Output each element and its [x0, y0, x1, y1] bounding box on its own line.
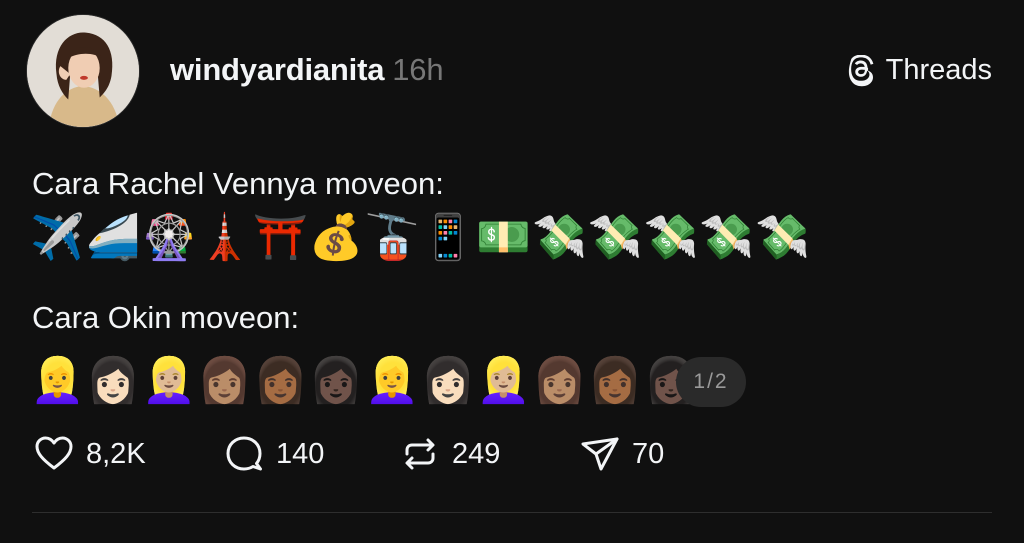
carousel-page-badge: 1/2 [676, 357, 746, 407]
share-button[interactable]: 70 [578, 432, 664, 476]
post-timestamp: 16h [392, 52, 444, 87]
repost-button[interactable]: 249 [398, 432, 500, 476]
comment-icon [226, 436, 262, 471]
avatar[interactable] [26, 14, 140, 128]
emoji-row-1: ✈️🚄🎡🗼⛩️💰🚡📱💵💸💸💸💸💸 [30, 212, 811, 263]
like-button[interactable]: 8,2K [32, 432, 146, 476]
send-icon [581, 437, 619, 471]
emoji-row-2: 👱‍♀️👩🏻👱🏼‍♀️👩🏽👩🏾👩🏿👱‍♀️👩🏻👱🏼‍♀️👩🏽👩🏾👩🏿 [30, 355, 700, 406]
repost-icon [405, 438, 435, 470]
threads-logo-icon [848, 54, 873, 86]
heart-icon [35, 436, 73, 470]
thread-post: windyardianita 16h Threads Cara Rachel Ve… [0, 0, 1024, 543]
username-link[interactable]: windyardianita [170, 52, 384, 87]
repost-count: 249 [452, 437, 501, 470]
reply-count: 140 [276, 437, 325, 470]
post-header: windyardianita 16h [170, 52, 444, 88]
action-bar: 8,2K 140 249 70 [32, 432, 732, 476]
reply-button[interactable]: 140 [222, 432, 324, 476]
post-text-line-2: Cara Okin moveon: [32, 300, 300, 335]
share-count: 70 [632, 437, 665, 470]
post-divider [32, 512, 992, 513]
threads-brand[interactable]: Threads [846, 54, 992, 87]
avatar-image [27, 15, 139, 127]
like-count: 8,2K [86, 437, 146, 470]
threads-label: Threads [885, 54, 992, 86]
post-text-line-1: Cara Rachel Vennya moveon: [32, 166, 444, 201]
